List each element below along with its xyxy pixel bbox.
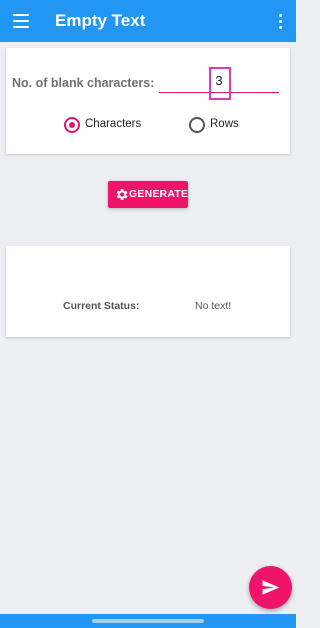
input-card: No. of blank characters: Characters Rows bbox=[6, 48, 290, 154]
generate-button[interactable]: GENERATE bbox=[108, 181, 188, 208]
status-label: Current Status: bbox=[63, 300, 140, 312]
radio-characters[interactable]: Characters bbox=[64, 117, 154, 133]
radio-unchecked-icon bbox=[189, 117, 205, 133]
status-value: No text! bbox=[195, 300, 232, 312]
generate-button-label: GENERATE bbox=[129, 188, 189, 200]
app-title: Empty Text bbox=[55, 11, 146, 30]
nav-gesture-handle[interactable] bbox=[92, 619, 204, 623]
send-fab-button[interactable] bbox=[249, 566, 292, 609]
hamburger-menu-icon[interactable] bbox=[10, 11, 32, 31]
more-vertical-icon[interactable] bbox=[274, 12, 286, 30]
radio-checked-icon bbox=[64, 117, 80, 133]
system-nav-bar bbox=[0, 614, 296, 628]
app-bar: Empty Text bbox=[0, 0, 296, 42]
radio-rows[interactable]: Rows bbox=[189, 117, 249, 133]
radio-rows-label: Rows bbox=[210, 118, 239, 130]
gear-icon bbox=[116, 189, 128, 200]
send-icon bbox=[262, 580, 280, 595]
blank-characters-input[interactable] bbox=[159, 70, 279, 93]
blank-characters-label: No. of blank characters: bbox=[12, 76, 155, 90]
status-card: Current Status: No text! bbox=[6, 246, 290, 337]
radio-characters-label: Characters bbox=[85, 118, 142, 130]
